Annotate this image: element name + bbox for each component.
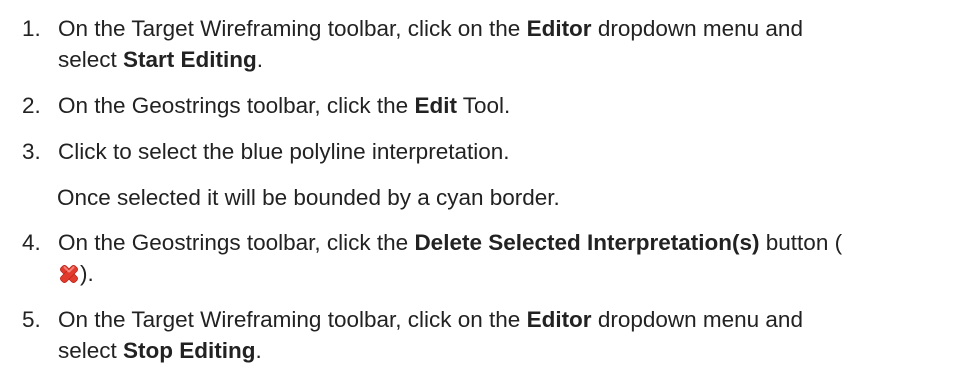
step-text-line: Click to select the blue polyline interp… <box>58 139 510 164</box>
step-number: 1. <box>22 16 41 41</box>
step-number: 5. <box>22 307 41 332</box>
ui-term-edit: Edit <box>414 93 457 118</box>
step-3-note: Once selected it will be bounded by a cy… <box>57 185 560 210</box>
step-text-line: On the Target Wireframing toolbar, click… <box>58 307 803 332</box>
step-text-line: On the Geostrings toolbar, click the Edi… <box>58 93 511 118</box>
step-text-line: select Stop Editing. <box>58 338 262 363</box>
ui-term-editor: Editor <box>526 16 592 41</box>
step-text-line: On the Geostrings toolbar, click the Del… <box>58 230 843 255</box>
step-number: 2. <box>22 93 41 118</box>
ui-term-start-editing: Start Editing <box>123 47 257 72</box>
delete-x-icon <box>58 262 80 284</box>
ui-term-delete-selected-interpretations: Delete Selected Interpretation(s) <box>414 230 760 255</box>
step-text-line: select Start Editing. <box>58 47 264 72</box>
step-number: 4. <box>22 230 41 255</box>
ui-term-stop-editing: Stop Editing <box>123 338 256 363</box>
step-text-line: ). <box>58 258 94 289</box>
step-text-line: On the Target Wireframing toolbar, click… <box>58 16 803 41</box>
step-number: 3. <box>22 139 41 164</box>
ui-term-editor: Editor <box>526 307 592 332</box>
